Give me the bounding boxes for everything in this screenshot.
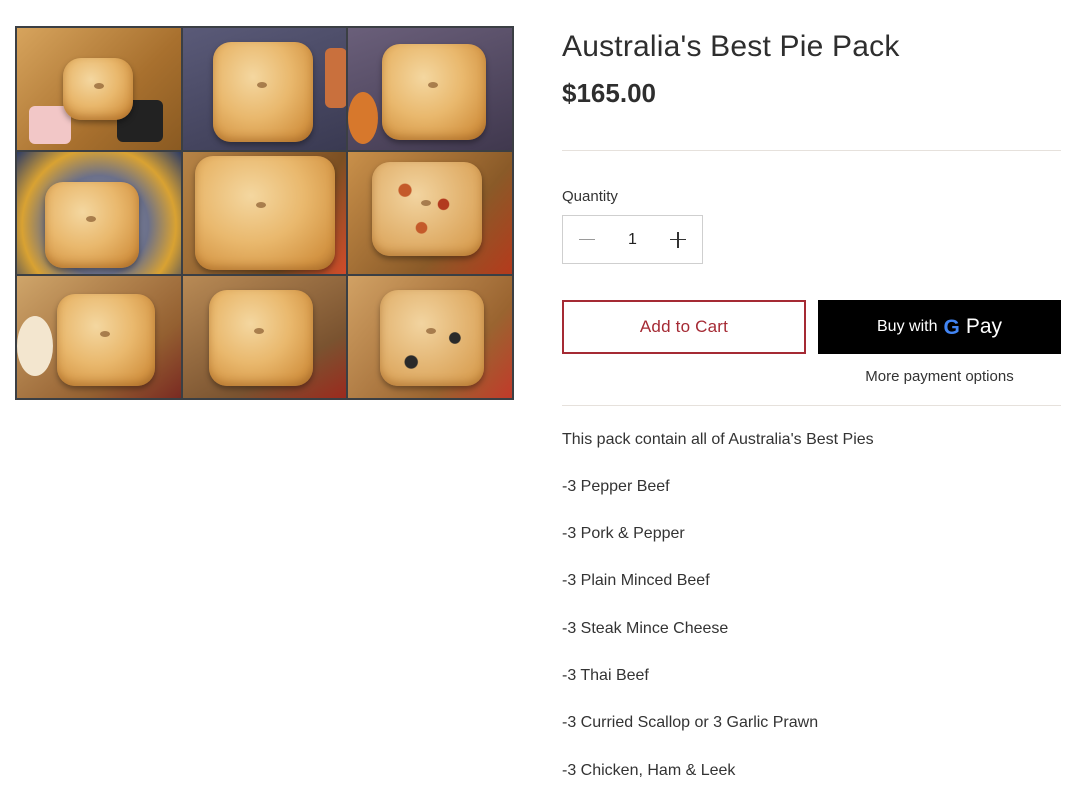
quantity-input[interactable] — [617, 230, 648, 249]
minus-icon — [579, 238, 595, 241]
gpay-prefix: Buy with — [877, 318, 938, 335]
add-to-cart-button[interactable]: Add to Cart — [562, 300, 806, 354]
gallery-tile-bacon-pie — [348, 152, 512, 274]
gallery-tile-chicken-pie — [182, 276, 347, 398]
description-item: -3 Chicken, Ham & Leek — [562, 762, 736, 779]
gallery-tile-seeded-pie — [348, 276, 512, 398]
description-item: -3 Steak Mince Cheese — [562, 620, 729, 637]
quantity-stepper — [562, 215, 703, 264]
gallery-tile-plain-pie — [182, 28, 347, 150]
google-g-icon: G — [943, 315, 960, 339]
gallery-tile-pepper-pie — [17, 28, 181, 150]
more-payment-options-link[interactable]: More payment options — [818, 368, 1061, 385]
description-item: -3 Plain Minced Beef — [562, 572, 710, 589]
description-intro: This pack contain all of Australia's Bes… — [562, 431, 874, 448]
product-title: Australia's Best Pie Pack — [562, 30, 900, 63]
description-item: -3 Pork & Pepper — [562, 525, 685, 542]
gallery-tile-cheese-pie — [17, 152, 181, 274]
buy-with-gpay-button[interactable]: Buy with G Pay — [818, 300, 1061, 354]
gallery-tile-onion-pie — [348, 28, 512, 150]
quantity-increase-button[interactable] — [668, 230, 688, 250]
gallery-tile-garlic-pie — [17, 276, 181, 398]
product-image-gallery[interactable] — [15, 26, 514, 400]
quantity-label: Quantity — [562, 188, 618, 205]
description-item: -3 Thai Beef — [562, 667, 649, 684]
quantity-decrease-button[interactable] — [577, 230, 597, 250]
divider — [562, 405, 1061, 406]
gpay-suffix: Pay — [965, 315, 1002, 338]
plus-icon-vertical — [677, 231, 679, 248]
product-price: $165.00 — [562, 78, 656, 108]
divider — [562, 150, 1061, 151]
description-item: -3 Curried Scallop or 3 Garlic Prawn — [562, 714, 819, 731]
description-item: -3 Pepper Beef — [562, 478, 670, 495]
gallery-tile-beef-pie — [182, 152, 347, 274]
